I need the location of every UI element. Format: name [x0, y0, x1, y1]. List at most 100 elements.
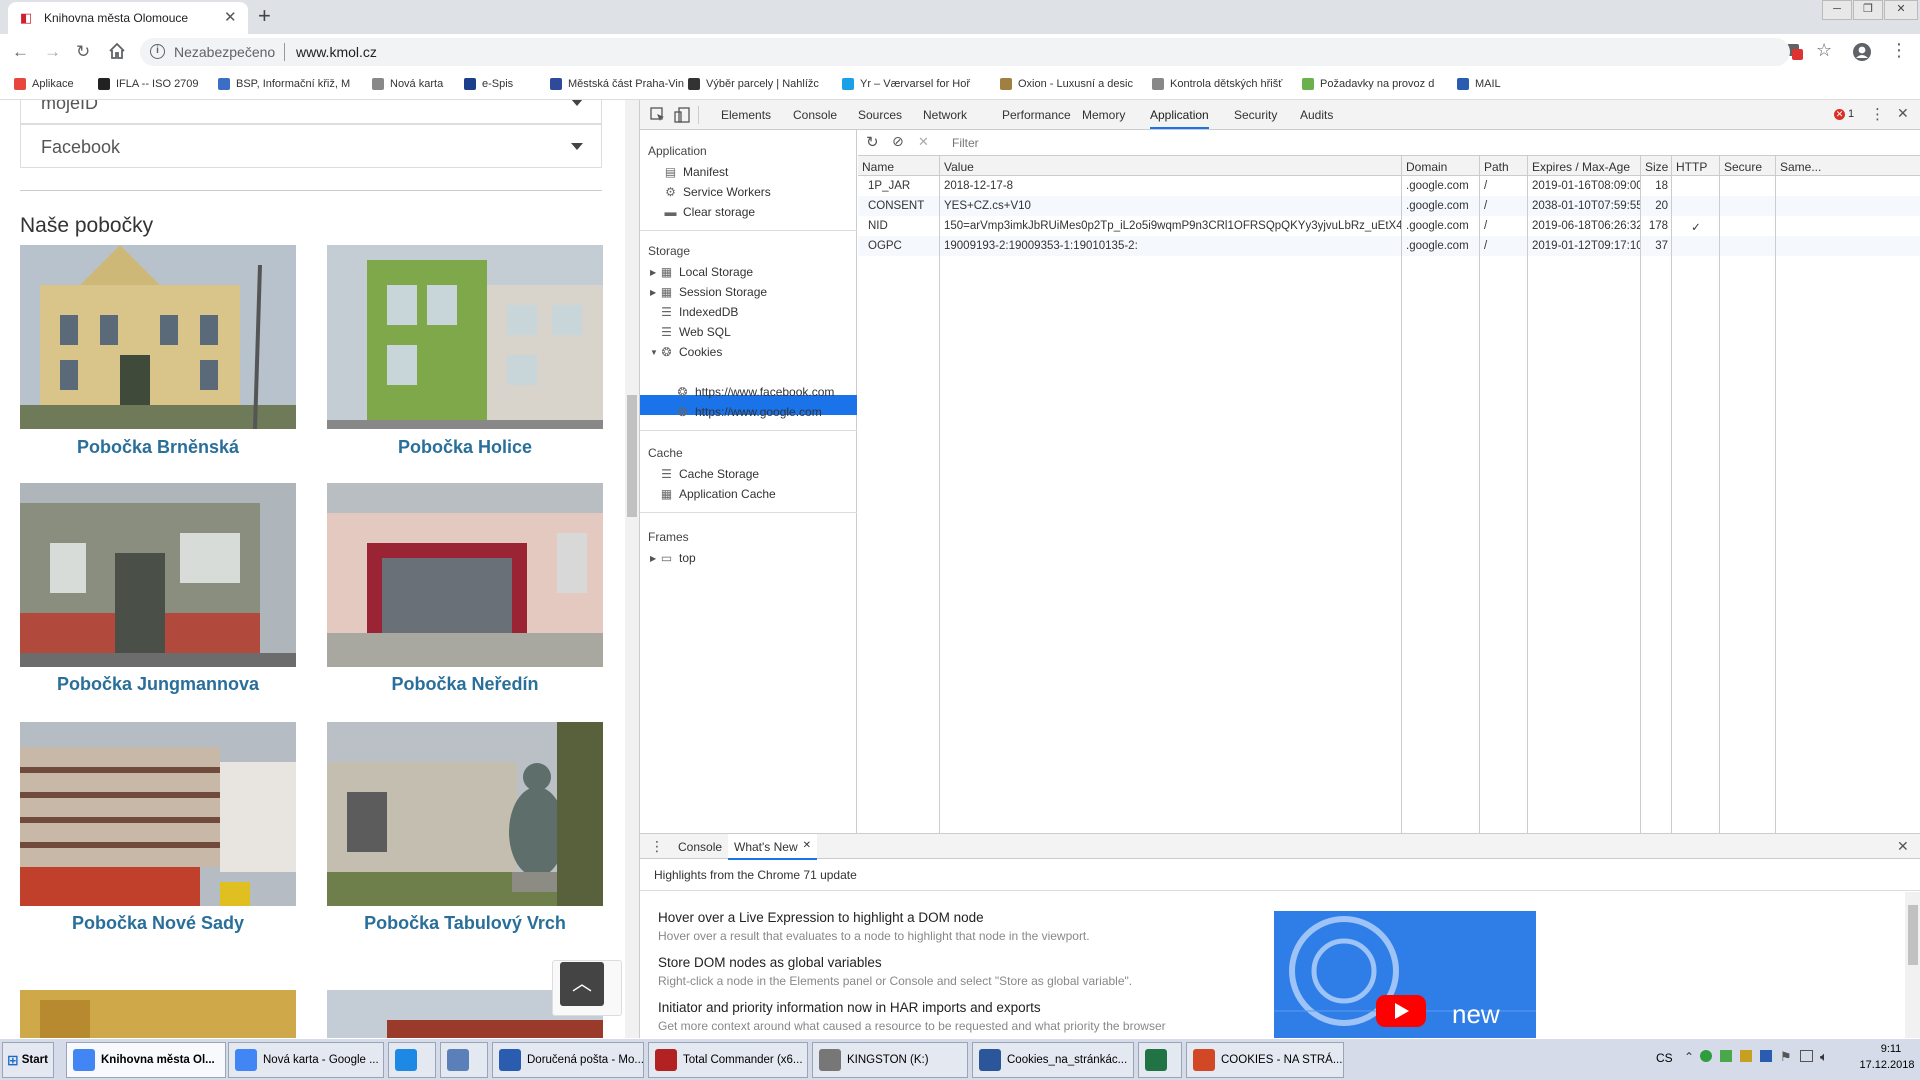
branch-label[interactable]: Pobočka Jungmannova: [20, 674, 296, 695]
devtools-tab-application[interactable]: Application: [1150, 108, 1209, 129]
devtools-tab-security[interactable]: Security: [1234, 108, 1277, 122]
whats-new-title[interactable]: Initiator and priority information now i…: [658, 1000, 1041, 1015]
sidebar-item-frame-top[interactable]: ▶ ▭ top: [650, 548, 696, 568]
devtools-menu-icon[interactable]: ⋮: [1870, 105, 1885, 123]
devtools-tab-audits[interactable]: Audits: [1300, 108, 1333, 122]
scroll-to-top-button[interactable]: ︿: [560, 962, 604, 1006]
menu-kebab-icon[interactable]: ⋮: [1890, 40, 1908, 61]
taskbar-button[interactable]: [1138, 1042, 1182, 1078]
branch-label[interactable]: Pobočka Brněnská: [20, 437, 296, 458]
taskbar-button[interactable]: Cookies_na_stránkác...: [972, 1042, 1134, 1078]
taskbar-button[interactable]: Nová karta - Google ...: [228, 1042, 384, 1078]
branch-label[interactable]: Pobočka Nové Sady: [20, 913, 296, 934]
sidebar-item-local-storage[interactable]: ▶ ▦ Local Storage: [650, 262, 753, 282]
sidebar-item-application-cache[interactable]: ▦ Application Cache: [660, 484, 776, 504]
bookmark-item[interactable]: Yr – Værvarsel for Hoř: [842, 78, 970, 90]
restore-button[interactable]: ❐: [1853, 0, 1883, 20]
tray-shield-icon[interactable]: [1700, 1050, 1712, 1062]
branch-label[interactable]: Pobočka Holice: [327, 437, 603, 458]
taskbar-button[interactable]: Doručená pošta - Mo...: [492, 1042, 644, 1078]
taskbar-button[interactable]: KINGSTON (K:): [812, 1042, 968, 1078]
cookie-origin-kmol[interactable]: ❂ http://www.kmol.cz: [676, 362, 794, 382]
column-divider[interactable]: [1671, 156, 1672, 833]
close-devtools-icon[interactable]: ✕: [1897, 105, 1909, 122]
column-divider[interactable]: [1479, 156, 1480, 833]
chrome-update-promo[interactable]: new: [1274, 911, 1536, 1038]
sidebar-item-cookies[interactable]: ▼ ❂ Cookies: [650, 342, 722, 362]
facebook-dropdown[interactable]: Facebook: [20, 124, 602, 168]
column-header-value[interactable]: Value: [940, 156, 1402, 176]
bookmark-item[interactable]: Městská část Praha-Vin: [550, 78, 684, 90]
volume-icon[interactable]: 🔈︎: [1820, 1049, 1828, 1065]
new-tab-button[interactable]: +: [258, 3, 271, 29]
window-close-button[interactable]: ✕: [1884, 0, 1918, 20]
branch-photo-holice[interactable]: [327, 245, 603, 429]
close-tab-icon[interactable]: ✕: [803, 840, 811, 852]
bookmark-item[interactable]: MAIL: [1457, 78, 1501, 90]
cookie-origin-google[interactable]: ❂ https://www.google.com: [676, 402, 821, 422]
profile-avatar-icon[interactable]: [1852, 42, 1872, 62]
delete-selected-icon[interactable]: ✕: [918, 134, 929, 150]
drawer-tab-whats-new[interactable]: What's New ✕: [728, 834, 818, 860]
reload-icon[interactable]: ↻: [76, 42, 90, 62]
bookmark-item[interactable]: Nová karta: [372, 78, 443, 90]
column-header-name[interactable]: Name: [858, 156, 940, 176]
sidebar-item-service-workers[interactable]: ⚙ Service Workers: [664, 182, 771, 202]
close-tab-icon[interactable]: ✕: [224, 8, 237, 26]
whats-new-title[interactable]: Store DOM nodes as global variables: [658, 955, 882, 970]
sidebar-item-clear-storage[interactable]: ▬ Clear storage: [664, 202, 756, 222]
column-divider[interactable]: [1527, 156, 1528, 833]
back-icon[interactable]: ←: [12, 42, 29, 62]
taskbar-button[interactable]: COOKIES - NA STRÁ...: [1186, 1042, 1344, 1078]
home-icon[interactable]: [108, 42, 126, 60]
bookmark-item[interactable]: Výběr parcely | Nahlížc: [688, 78, 819, 90]
expand-arrow-icon[interactable]: ▶: [650, 268, 660, 277]
flag-icon[interactable]: ⚑: [1780, 1049, 1792, 1065]
drawer-menu-icon[interactable]: ⋮: [650, 838, 664, 855]
branch-label[interactable]: Pobočka Tabulový Vrch: [327, 913, 603, 934]
sidebar-item-manifest[interactable]: ▤ Manifest: [664, 162, 729, 182]
browser-tab[interactable]: ◧ Knihovna města Olomouce ✕: [8, 2, 248, 34]
bookmark-item[interactable]: BSP, Informační křiž, M: [218, 78, 350, 90]
clear-all-icon[interactable]: ⊘: [892, 133, 904, 150]
devtools-tab-memory[interactable]: Memory: [1082, 108, 1125, 122]
branch-label[interactable]: Pobočka Neředín: [327, 674, 603, 695]
taskbar-button[interactable]: [440, 1042, 488, 1078]
page-scrollbar[interactable]: [625, 100, 639, 1038]
bookmark-item[interactable]: IFLA -- ISO 2709: [98, 78, 199, 90]
info-icon[interactable]: i: [150, 44, 165, 59]
cookie-origin-facebook[interactable]: ❂ https://www.facebook.com: [676, 382, 834, 402]
tray-app-icon[interactable]: [1720, 1050, 1732, 1062]
tray-expand-icon[interactable]: ⌃: [1684, 1050, 1694, 1064]
column-header-size[interactable]: Size: [1641, 156, 1672, 176]
column-header-expires[interactable]: Expires / Max-Age: [1528, 156, 1641, 176]
column-divider[interactable]: [1719, 156, 1720, 833]
tray-app-icon[interactable]: [1760, 1050, 1772, 1062]
devtools-tab-console[interactable]: Console: [793, 108, 837, 122]
bookmark-item[interactable]: Požadavky na provoz d: [1302, 78, 1434, 90]
whats-new-title[interactable]: Hover over a Live Expression to highligh…: [658, 910, 984, 925]
start-button[interactable]: ⊞ Start: [2, 1042, 54, 1078]
sidebar-item-session-storage[interactable]: ▶ ▦ Session Storage: [650, 282, 767, 302]
column-header-secure[interactable]: Secure: [1720, 156, 1776, 176]
refresh-icon[interactable]: ↻: [866, 133, 879, 151]
minimize-button[interactable]: ─: [1822, 0, 1852, 20]
column-divider[interactable]: [939, 156, 940, 833]
devtools-tab-performance[interactable]: Performance: [1002, 108, 1071, 122]
forward-icon[interactable]: →: [44, 42, 61, 62]
branch-photo-neredin[interactable]: [327, 483, 603, 667]
close-drawer-icon[interactable]: ✕: [1897, 838, 1909, 855]
bookmark-item[interactable]: Kontrola dětských hřišť: [1152, 78, 1282, 90]
branch-photo-jungmannova[interactable]: [20, 483, 296, 667]
taskbar-button[interactable]: Total Commander (x6...: [648, 1042, 808, 1078]
devtools-tab-network[interactable]: Network: [923, 108, 967, 122]
devtools-tab-elements[interactable]: Elements: [721, 108, 771, 122]
taskbar-button[interactable]: Knihovna města Ol...: [66, 1042, 226, 1078]
drawer-scrollbar-thumb[interactable]: [1908, 905, 1918, 965]
column-header-samesite[interactable]: Same...: [1776, 156, 1920, 176]
column-header-http[interactable]: HTTP: [1672, 156, 1720, 176]
branch-photo-brnenska[interactable]: [20, 245, 296, 429]
branch-photo-partial-1[interactable]: [20, 990, 296, 1038]
column-header-path[interactable]: Path: [1480, 156, 1528, 176]
column-divider[interactable]: [1640, 156, 1641, 833]
